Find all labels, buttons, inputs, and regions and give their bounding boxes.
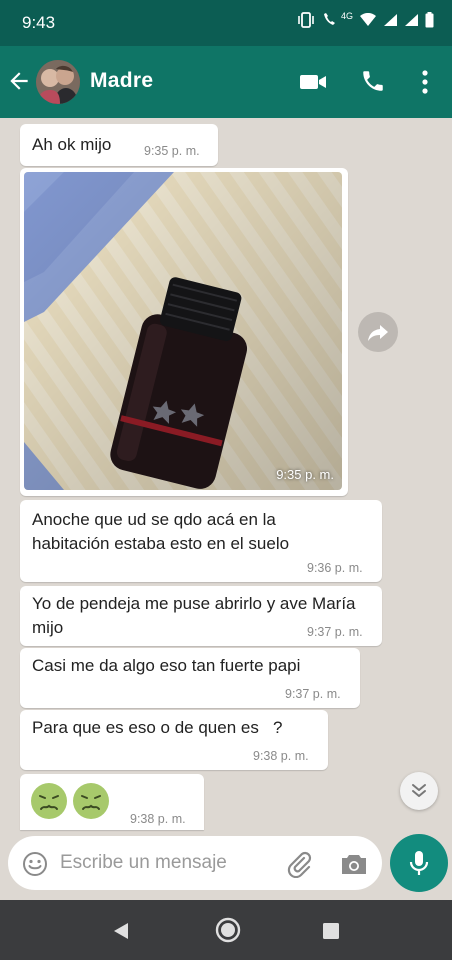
vibrate-icon <box>298 12 314 28</box>
contact-name[interactable]: Madre <box>90 69 153 93</box>
emoji-icon[interactable] <box>22 851 48 877</box>
nav-recents-icon[interactable] <box>322 922 340 940</box>
forward-icon <box>368 325 388 341</box>
message-text: Casi me da algo eso tan fuerte papi <box>32 656 301 675</box>
message-text: Para que es eso o de quen es ? <box>32 718 283 737</box>
message-bubble[interactable]: Anoche que ud se qdo acá en la habitació… <box>20 500 382 582</box>
system-nav-bar <box>0 900 452 960</box>
message-bubble[interactable]: Ah ok mijo 9:35 p. m. <box>20 124 218 166</box>
nav-back-icon[interactable] <box>110 920 132 942</box>
message-time: 9:37 p. m. <box>307 625 363 639</box>
message-bubble[interactable]: Yo de pendeja me puse abrirlo y ave Marí… <box>20 586 382 646</box>
nav-home-icon[interactable] <box>214 916 242 944</box>
image-time: 9:35 p. m. <box>276 467 334 482</box>
nauseated-face-icon <box>73 783 109 819</box>
scroll-to-bottom-button[interactable] <box>400 772 438 810</box>
message-time: 9:35 p. m. <box>144 144 200 158</box>
message-input[interactable] <box>60 850 280 876</box>
video-camera-icon[interactable] <box>298 70 328 94</box>
message-text: Ah ok mijo <box>32 135 112 154</box>
message-time: 9:38 p. m. <box>130 812 186 826</box>
avatar[interactable] <box>36 60 80 104</box>
camera-icon[interactable] <box>340 852 368 876</box>
message-text: 🤢🤢 <box>30 782 110 820</box>
photo-image <box>24 172 342 490</box>
forward-button[interactable] <box>358 312 398 352</box>
photo[interactable]: 9:35 p. m. <box>24 172 342 490</box>
status-icons: 4G <box>297 11 434 28</box>
phone-icon[interactable] <box>360 68 386 94</box>
battery-icon <box>425 12 434 28</box>
more-vert-icon[interactable] <box>418 68 432 96</box>
chat-header: Madre <box>0 46 452 118</box>
microphone-icon <box>409 851 429 875</box>
message-time: 9:37 p. m. <box>285 687 341 701</box>
signal-icon <box>384 14 397 26</box>
image-message[interactable]: 9:35 p. m. <box>20 168 348 496</box>
message-bubble[interactable]: Casi me da algo eso tan fuerte papi 9:37… <box>20 648 360 708</box>
status-bar: 9:43 4G <box>0 0 452 46</box>
mic-button[interactable] <box>390 834 448 892</box>
message-time: 9:38 p. m. <box>253 749 309 763</box>
message-bubble[interactable]: 🤢🤢 9:38 p. m. <box>20 774 204 830</box>
paperclip-icon[interactable] <box>286 850 312 878</box>
signal-icon-2 <box>405 14 418 26</box>
chevron-double-down-icon <box>412 784 426 797</box>
back-arrow-icon[interactable] <box>6 68 32 94</box>
wifi-icon <box>360 13 376 26</box>
message-text: Anoche que ud se qdo acá en la habitació… <box>32 510 290 553</box>
wifi-calling-icon <box>323 13 335 25</box>
network-type: 4G <box>340 11 353 21</box>
nauseated-face-icon <box>31 783 67 819</box>
message-time: 9:36 p. m. <box>307 561 363 575</box>
message-composer <box>8 836 382 890</box>
message-bubble[interactable]: Para que es eso o de quen es ? 9:38 p. m… <box>20 710 328 770</box>
status-time: 9:43 <box>22 13 56 32</box>
